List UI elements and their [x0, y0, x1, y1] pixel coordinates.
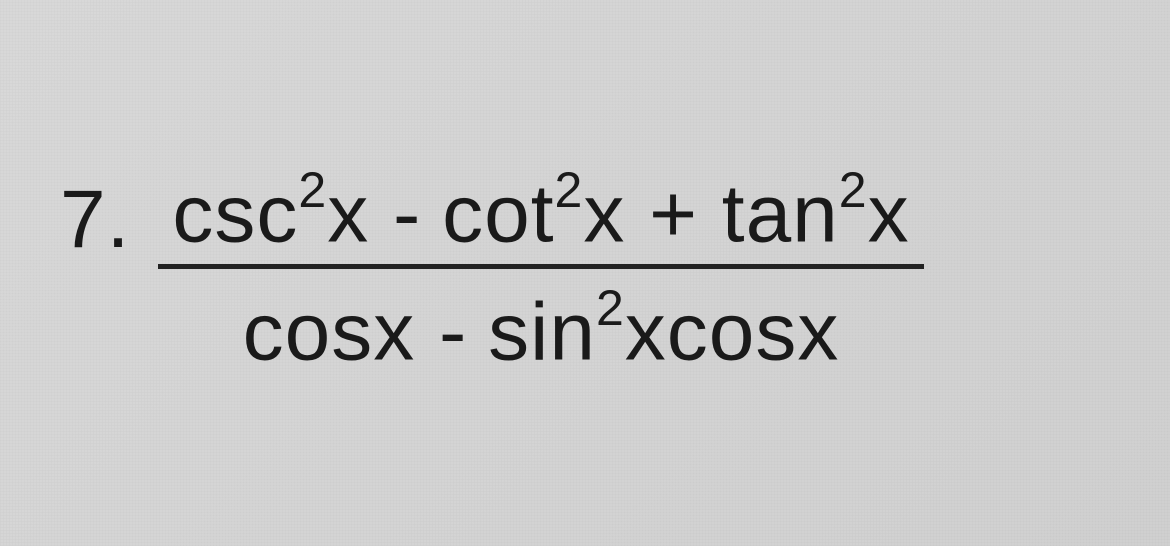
term-cosx: cosx: [243, 286, 416, 377]
fraction: csc2x - cot2x + tan2x cosx - sin2xcosx: [158, 169, 923, 377]
term-sin: sin: [488, 286, 596, 377]
operator-minus: -: [439, 286, 464, 377]
math-problem: 7. csc2x - cot2x + tan2x cosx - sin2xcos…: [60, 169, 924, 377]
exponent: 2: [555, 162, 584, 218]
variable-x: x: [583, 168, 625, 259]
operator-minus: -: [393, 168, 418, 259]
variable-x: x: [868, 168, 910, 259]
exponent: 2: [596, 280, 625, 336]
problem-number: 7.: [60, 169, 130, 261]
variable-x: x: [327, 168, 369, 259]
exponent: 2: [839, 162, 868, 218]
term-csc: csc: [172, 168, 298, 259]
exponent: 2: [298, 162, 327, 218]
denominator: cosx - sin2xcosx: [243, 269, 840, 378]
numerator: csc2x - cot2x + tan2x: [158, 169, 923, 269]
term-xcosx: xcosx: [625, 286, 840, 377]
term-cot: cot: [442, 168, 554, 259]
operator-plus: +: [649, 168, 698, 259]
term-tan: tan: [722, 168, 839, 259]
